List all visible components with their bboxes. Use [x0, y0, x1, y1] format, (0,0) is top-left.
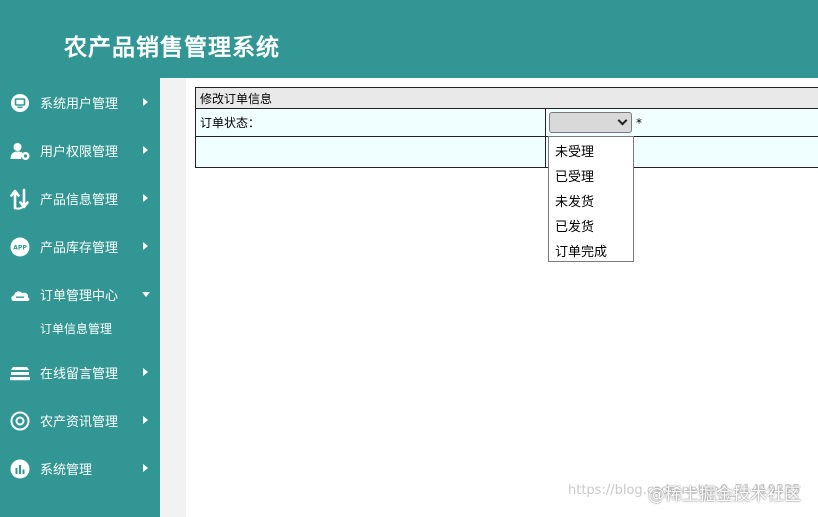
sidebar-item-user-permissions[interactable]: 用户权限管理	[0, 133, 160, 169]
sidebar-item-label: 在线留言管理	[40, 367, 119, 382]
chevron-right-icon	[143, 98, 148, 106]
chevron-down-icon	[617, 115, 628, 126]
user-gear-icon	[10, 143, 30, 160]
sidebar-item-system-users[interactable]: 系统用户管理	[0, 85, 160, 121]
stack-icon	[10, 367, 30, 381]
order-status-label: 订单状态：	[195, 108, 546, 137]
chevron-right-icon	[143, 146, 148, 154]
order-status-select[interactable]	[549, 112, 632, 133]
sidebar-item-system-management[interactable]: 系统管理	[0, 451, 160, 487]
bar-chart-icon	[10, 459, 30, 479]
edit-order-form: 修改订单信息 订单状态： *	[195, 87, 818, 168]
app-badge-icon: APP	[10, 237, 30, 257]
dropdown-option-shipped[interactable]: 已发货	[555, 216, 594, 235]
chevron-right-icon	[143, 194, 148, 202]
form-title-row: 修改订单信息	[195, 87, 818, 109]
main-content: 修改订单信息 订单状态： *	[186, 78, 818, 517]
chevron-right-icon	[143, 464, 148, 472]
form-title: 修改订单信息	[195, 87, 818, 109]
sidebar-item-product-info[interactable]: 产品信息管理	[0, 181, 160, 217]
sidebar-item-label: 系统用户管理	[40, 97, 119, 112]
sidebar-item-label: 用户权限管理	[40, 145, 119, 160]
sidebar-item-label: 订单管理中心	[40, 289, 119, 304]
sidebar-item-online-messages[interactable]: 在线留言管理	[0, 355, 160, 391]
dropdown-option-not-shipped[interactable]: 未发货	[555, 191, 594, 210]
sidebar-item-product-inventory[interactable]: APP 产品库存管理	[0, 229, 160, 265]
svg-text:APP: APP	[13, 245, 27, 252]
monitor-icon	[11, 94, 29, 112]
watermark-brand: @稀土掘金技术社区	[648, 485, 801, 505]
settings-circle-icon	[10, 411, 30, 431]
app-window: 农产品销售管理系统 系统用户管理 用户权限管理 产品信息管理 APP 产品库存管…	[0, 0, 818, 517]
required-marker: *	[636, 116, 642, 130]
dropdown-option-accepted[interactable]: 已受理	[555, 166, 594, 185]
sidebar-subitem-order-info[interactable]: 订单信息管理	[40, 320, 112, 337]
sidebar-item-label: 产品库存管理	[40, 241, 119, 256]
sidebar-item-agri-news[interactable]: 农产资讯管理	[0, 403, 160, 439]
app-title: 农产品销售管理系统	[64, 35, 280, 61]
form-actions-row	[195, 136, 818, 168]
order-status-row: 订单状态： *	[195, 108, 818, 137]
sidebar-item-label: 农产资讯管理	[40, 415, 119, 430]
sidebar-item-label: 系统管理	[40, 463, 93, 478]
transfer-arrows-icon	[10, 188, 29, 210]
top-header: 农产品销售管理系统	[0, 0, 818, 78]
order-status-cell: *	[545, 108, 818, 137]
order-status-dropdown: 未受理 已受理 未发货 已发货 订单完成	[548, 136, 634, 262]
dropdown-option-order-complete[interactable]: 订单完成	[555, 241, 607, 260]
dropdown-option-not-accepted[interactable]: 未受理	[555, 141, 594, 160]
cloud-icon	[11, 291, 30, 301]
sidebar-item-label: 产品信息管理	[40, 193, 119, 208]
sidebar: 系统用户管理 用户权限管理 产品信息管理 APP 产品库存管理 订单管理中心 订…	[0, 78, 160, 517]
chevron-right-icon	[143, 242, 148, 250]
chevron-down-icon	[142, 292, 150, 297]
empty-cell	[195, 136, 546, 168]
chevron-right-icon	[143, 416, 148, 424]
chevron-right-icon	[143, 368, 148, 376]
sidebar-item-order-center[interactable]: 订单管理中心	[0, 277, 160, 313]
content-gutter	[160, 78, 186, 517]
